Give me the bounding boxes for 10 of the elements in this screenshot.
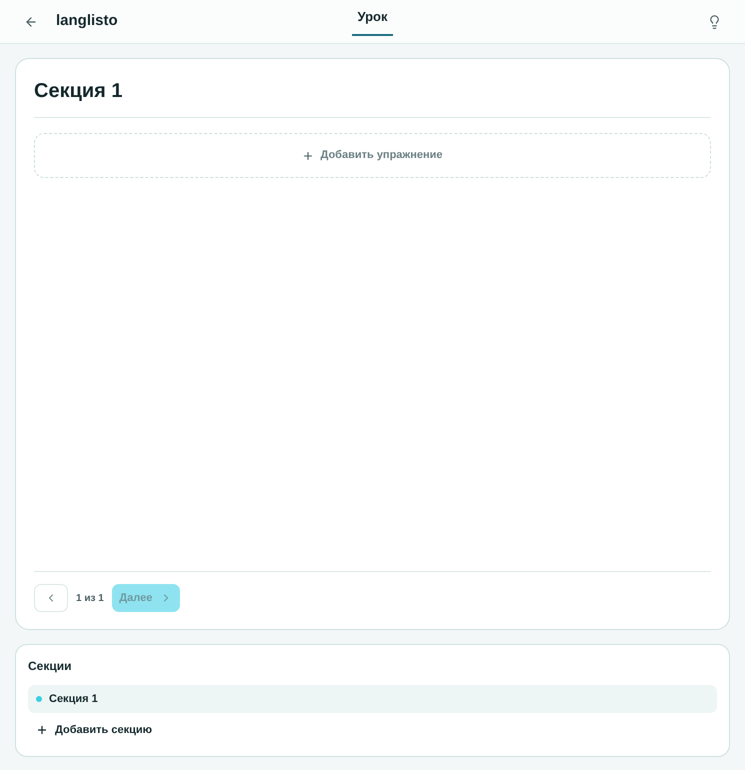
add-exercise-button[interactable]: Добавить упражнение [34,133,711,178]
plus-icon [302,150,314,162]
tab[interactable]: Урок [352,0,394,36]
page-counter: 1 из 1 [76,592,104,606]
section-title: Секция 1 [34,79,124,104]
plus-icon [36,724,48,736]
sections-heading: Секции [28,658,72,675]
section-item[interactable]: Секция 1 [28,685,717,713]
app-logo: langlisto [56,11,118,32]
add-section-button[interactable]: Добавить секцию [28,713,160,747]
